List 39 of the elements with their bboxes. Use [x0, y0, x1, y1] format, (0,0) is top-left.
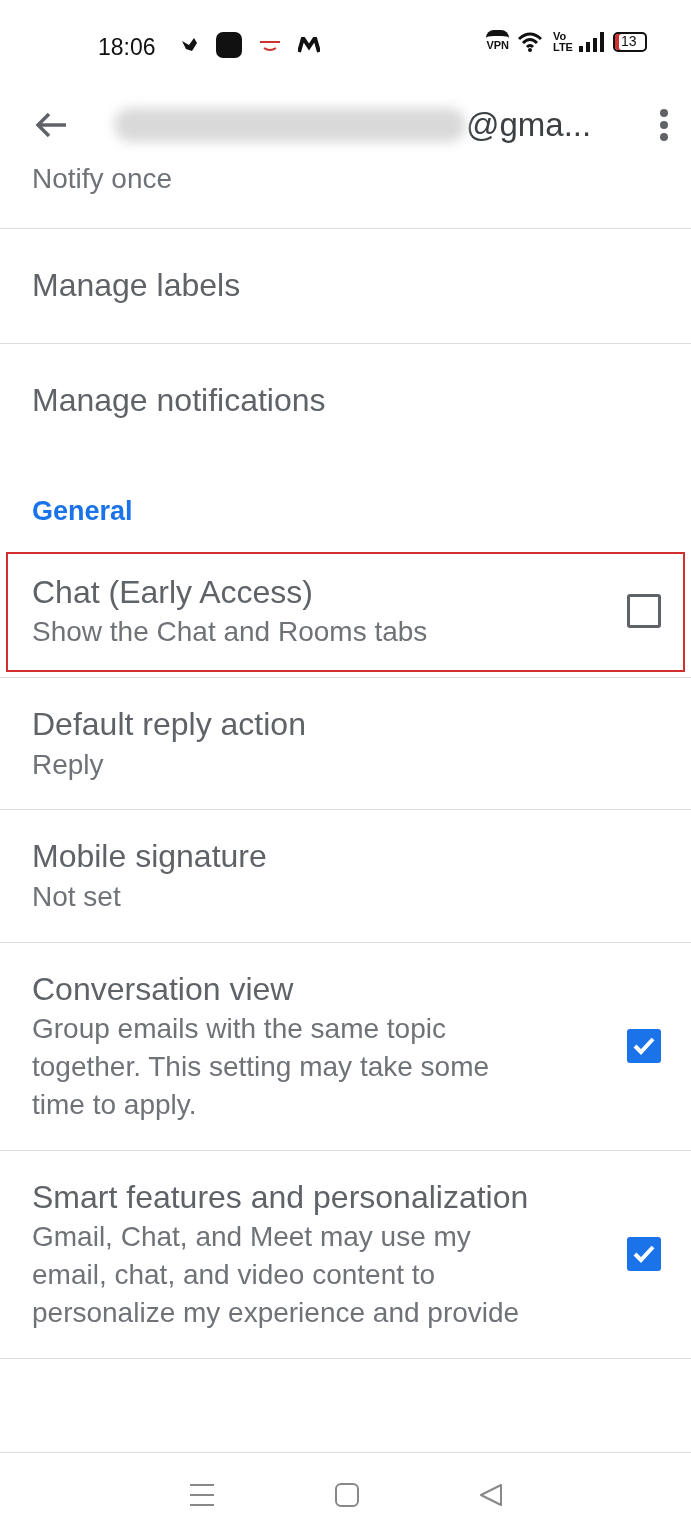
setting-row[interactable]: Mobile signature Not set: [0, 810, 691, 943]
m-logo-icon: [297, 37, 320, 53]
checkbox[interactable]: [627, 1029, 661, 1064]
menu-icon[interactable]: [188, 1482, 215, 1507]
setting-subtitle: Show the Chat and Rooms tabs: [32, 615, 429, 650]
setting-subtitle: Gmail, Chat, and Meet may use my email, chat, and video content to personalize my experience and provide: [32, 1220, 521, 1331]
clock-time: 18:06: [98, 33, 156, 62]
account-email: @gma...: [466, 105, 592, 146]
app-icon: [215, 32, 242, 58]
setting-subtitle: Reply: [32, 747, 105, 782]
setting-row[interactable]: Conversation view Group emails with the same topic together. This setting may take some time to apply.: [0, 942, 691, 1151]
signal-icon: [579, 31, 605, 52]
battery-indicator: 13: [613, 31, 647, 52]
setting-title: Manage notifications: [32, 380, 327, 420]
checkbox[interactable]: [627, 594, 661, 629]
setting-row[interactable]: Smart features and personalization Gmail, Chat, and Meet may use my email, chat, and video content to personalize my experience and provide: [0, 1150, 691, 1359]
volte-indicator: Vo LTE: [553, 30, 571, 53]
section-header: General: [32, 496, 133, 527]
app-icon: [257, 38, 282, 52]
checkbox[interactable]: [627, 1237, 661, 1272]
more-options-icon[interactable]: [659, 108, 669, 142]
back-arrow-icon[interactable]: [34, 111, 68, 139]
setting-subtitle: Group emails with the same topic together. This setting may take some time to apply.: [32, 1012, 491, 1123]
wifi-icon: [517, 30, 545, 53]
setting-row[interactable]: Manage notifications: [0, 343, 691, 458]
setting-row[interactable]: Default reply action Reply: [0, 678, 691, 811]
setting-title: Conversation view: [32, 969, 295, 1009]
setting-row[interactable]: Manage labels: [0, 229, 691, 344]
setting-subtitle: Not set: [32, 880, 122, 915]
setting-title: Manage labels: [32, 266, 242, 305]
setting-title: Chat (Early Access): [32, 572, 314, 612]
setting-title: Smart features and personalization: [32, 1177, 530, 1217]
setting-row[interactable]: Chat (Early Access) Show the Chat and Rooms tabs: [0, 545, 691, 679]
setting-title: Mobile signature: [32, 837, 268, 877]
back-triangle-icon[interactable]: [478, 1482, 503, 1507]
setting-subtitle: Notify once: [32, 162, 173, 196]
setting-title: Default reply action: [32, 705, 307, 745]
home-square-icon[interactable]: [334, 1482, 359, 1507]
vpn-indicator: VPN: [486, 30, 509, 54]
